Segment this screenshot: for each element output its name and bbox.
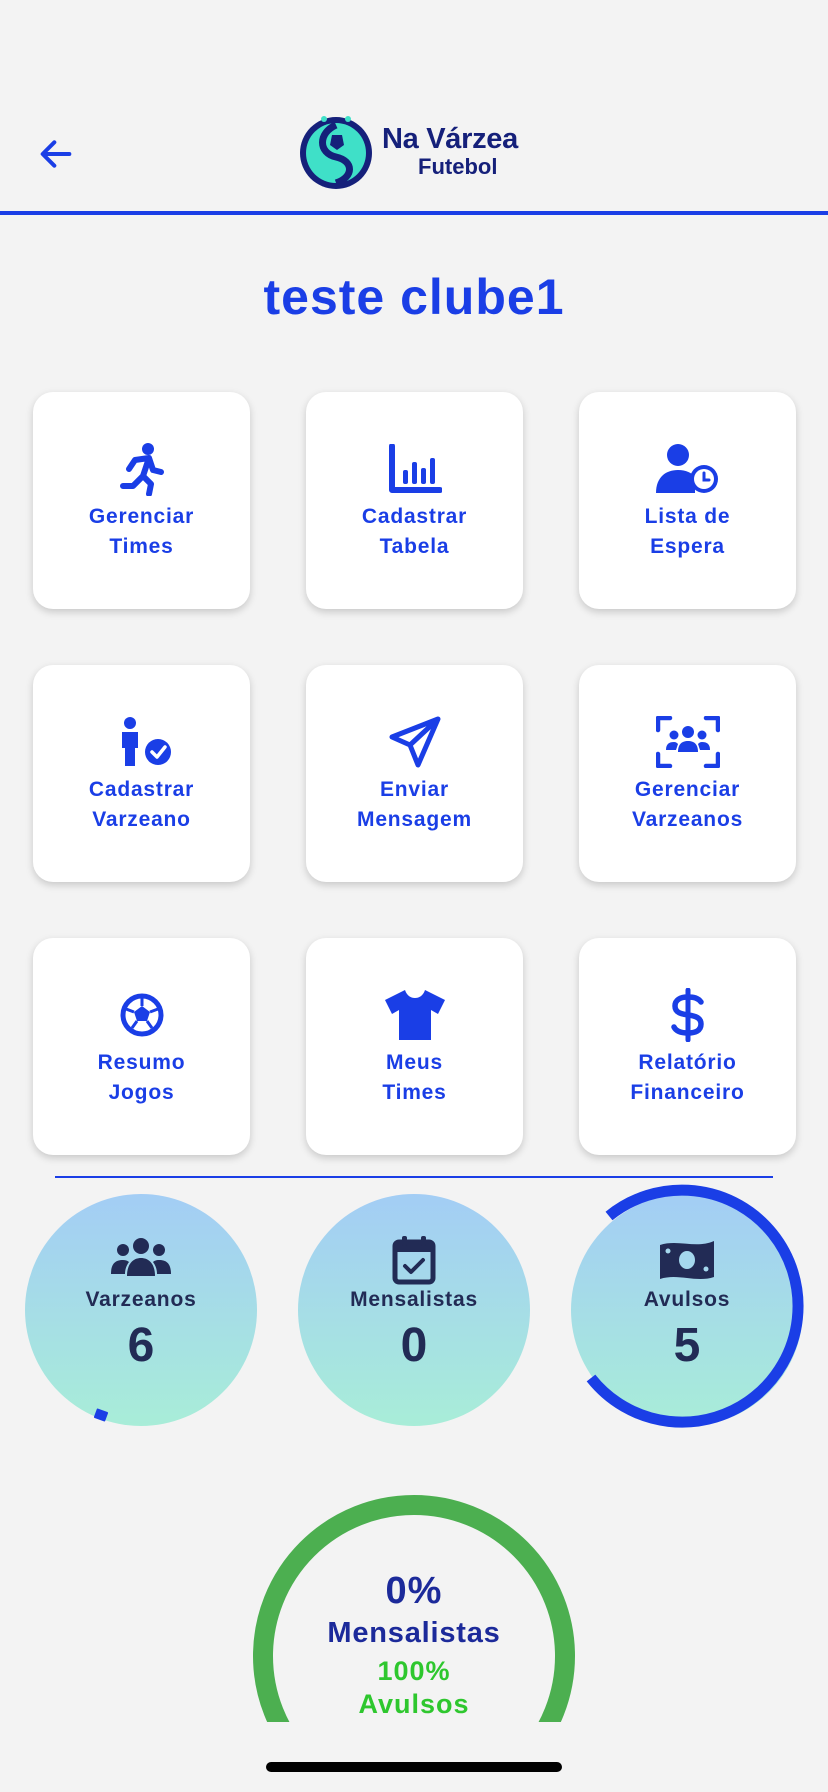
card-label-line2: Times xyxy=(109,534,174,558)
group-frame-icon xyxy=(655,715,720,768)
dollar-icon xyxy=(670,987,704,1042)
card-label-line1: Lista de xyxy=(644,504,731,528)
stat-label: Mensalistas xyxy=(350,1288,478,1311)
stat-value: 5 xyxy=(673,1319,701,1372)
arrow-left-icon xyxy=(40,140,72,168)
logo-subtitle: Futebol xyxy=(418,153,498,179)
people-icon xyxy=(111,1238,171,1276)
cadastrar-tabela-button[interactable]: Cadastrar Tabela xyxy=(306,392,523,609)
meus-times-button[interactable]: Meus Times xyxy=(306,938,523,1155)
card-label-line1: Gerenciar xyxy=(88,504,195,528)
card-label-line2: Financeiro xyxy=(630,1080,745,1104)
header-divider xyxy=(0,211,828,215)
card-label-line2: Varzeano xyxy=(92,807,191,831)
card-label-line1: Resumo xyxy=(97,1050,186,1074)
card-label-line2: Times xyxy=(382,1080,447,1104)
summary-text: 0% Mensalistas 100% Avulsos xyxy=(0,1570,828,1720)
money-icon xyxy=(660,1241,714,1279)
card-label-line2: Jogos xyxy=(108,1080,175,1104)
card-label-line1: Cadastrar xyxy=(88,777,195,801)
section-divider xyxy=(55,1176,773,1178)
stat-value: 0 xyxy=(400,1319,428,1372)
app-logo: Na Várzea Futebol xyxy=(296,108,532,194)
user-clock-icon xyxy=(655,443,718,493)
stat-varzeanos: Varzeanos 6 xyxy=(25,1194,257,1426)
resumo-jogos-button[interactable]: Resumo Jogos xyxy=(33,938,250,1155)
back-button[interactable] xyxy=(30,128,82,180)
relatorio-financeiro-button[interactable]: Relatório Financeiro xyxy=(579,938,796,1155)
card-label-line1: Cadastrar xyxy=(361,504,468,528)
stat-label: Avulsos xyxy=(643,1288,731,1311)
logo-title: Na Várzea xyxy=(382,122,518,155)
logo-ball-icon xyxy=(300,116,372,189)
gerenciar-times-button[interactable]: Gerenciar Times xyxy=(33,392,250,609)
mensalistas-label: Mensalistas xyxy=(327,1617,501,1649)
cadastrar-varzeano-button[interactable]: Cadastrar Varzeano xyxy=(33,665,250,882)
bar-chart-icon xyxy=(388,443,442,493)
card-label-line1: Gerenciar xyxy=(634,777,741,801)
paper-plane-icon xyxy=(389,716,440,767)
stat-value: 6 xyxy=(127,1319,155,1372)
tshirt-icon xyxy=(384,989,445,1040)
lista-de-espera-button[interactable]: Lista de Espera xyxy=(579,392,796,609)
running-person-icon xyxy=(119,442,164,496)
card-label-line2: Espera xyxy=(650,534,725,558)
stat-mensalistas: Mensalistas 0 xyxy=(298,1194,530,1426)
card-label-line1: Meus xyxy=(386,1050,443,1074)
enviar-mensagem-button[interactable]: Enviar Mensagem xyxy=(306,665,523,882)
card-label-line2: Tabela xyxy=(379,534,450,558)
home-indicator[interactable] xyxy=(266,1762,562,1772)
card-label-line2: Varzeanos xyxy=(631,807,744,831)
soccer-ball-icon xyxy=(120,993,163,1036)
avulsos-label: Avulsos xyxy=(358,1689,470,1719)
app-header: Na Várzea Futebol xyxy=(0,0,828,216)
avulsos-percent: 100% xyxy=(377,1656,451,1686)
card-label-line1: Relatório xyxy=(638,1050,737,1074)
calendar-check-icon xyxy=(392,1236,436,1285)
gerenciar-varzeanos-button[interactable]: Gerenciar Varzeanos xyxy=(579,665,796,882)
card-label-line2: Mensagem xyxy=(357,807,472,831)
mensalistas-percent: 0% xyxy=(385,1570,443,1612)
bottom-bar xyxy=(0,1722,828,1792)
person-check-icon xyxy=(121,716,171,766)
club-title: teste clube1 xyxy=(263,269,565,325)
stat-avulsos: Avulsos 5 xyxy=(571,1194,803,1426)
stat-label: Varzeanos xyxy=(85,1288,197,1311)
card-label-line1: Enviar xyxy=(380,777,449,801)
